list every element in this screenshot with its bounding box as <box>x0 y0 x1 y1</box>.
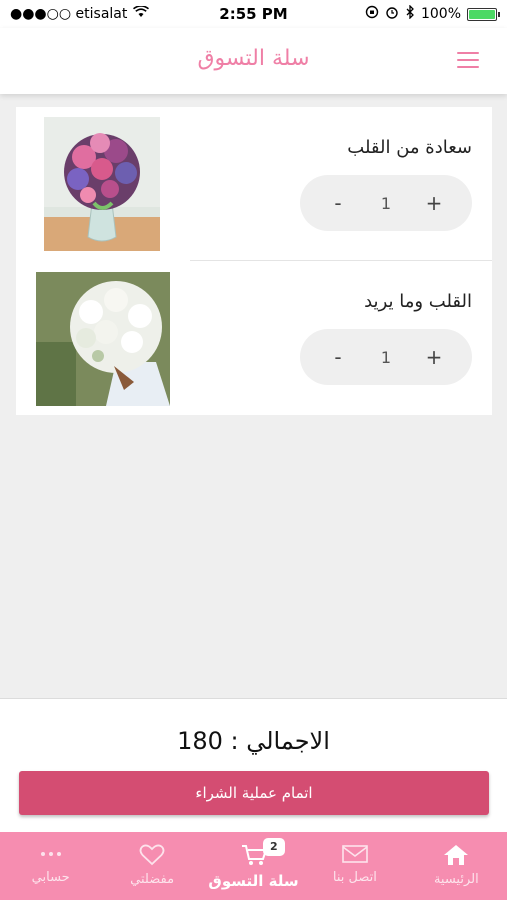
more-dots-icon <box>39 844 63 864</box>
clock: 2:55 PM <box>219 5 288 23</box>
quantity-stepper: - 1 + <box>300 175 472 231</box>
item-name[interactable]: القلب وما يريد <box>364 291 472 312</box>
increase-button[interactable]: + <box>424 345 444 369</box>
page-title: سلة التسوق <box>197 46 310 71</box>
white-bouquet-image[interactable] <box>36 272 170 406</box>
cart-item: القلب وما يريد - 1 + <box>16 261 492 415</box>
tab-contact[interactable]: اتصل بنا <box>304 832 405 900</box>
status-right: 100% <box>317 4 500 23</box>
header: سلة التسوق <box>0 28 507 94</box>
flower-bouquet-vase-image[interactable] <box>44 117 160 251</box>
tab-favorites[interactable]: مفضلتي <box>101 832 202 900</box>
tab-label: مفضلتي <box>130 872 175 887</box>
mail-icon <box>342 844 368 864</box>
heart-icon <box>139 844 165 866</box>
home-icon <box>443 844 469 866</box>
battery-icon <box>467 7 500 21</box>
tab-label: حسابي <box>31 870 70 885</box>
quantity-value: 1 <box>380 347 392 367</box>
cart-count-badge: 2 <box>262 838 285 856</box>
decrease-button[interactable]: - <box>328 191 348 215</box>
tab-bar: حسابي مفضلتي 2 سلة التسوق اتصل بنا الرئي… <box>0 832 507 900</box>
menu-icon[interactable] <box>457 52 479 68</box>
tab-account[interactable]: حسابي <box>0 832 101 900</box>
order-summary: الاجمالي : 180 اتمام عملية الشراء <box>0 698 507 832</box>
tab-label: الرئيسية <box>433 872 479 887</box>
cart-item: سعادة من القلب - 1 + <box>16 107 492 261</box>
checkout-button[interactable]: اتمام عملية الشراء <box>19 771 489 815</box>
bluetooth-icon <box>405 4 415 23</box>
quantity-stepper: - 1 + <box>300 329 472 385</box>
increase-button[interactable]: + <box>424 191 444 215</box>
battery-percent: 100% <box>420 6 461 22</box>
cart-list: سعادة من القلب - 1 + القلب وما يريد - 1 … <box>16 107 492 415</box>
quantity-value: 1 <box>380 193 392 213</box>
total-amount: الاجمالي : 180 <box>177 727 330 755</box>
tab-label: اتصل بنا <box>332 870 377 885</box>
status-left: ●●●○○ etisalat <box>10 5 190 22</box>
orientation-lock-icon <box>365 5 379 23</box>
tab-home[interactable]: الرئيسية <box>406 832 507 900</box>
item-name[interactable]: سعادة من القلب <box>347 137 472 158</box>
alarm-icon <box>385 5 399 23</box>
tab-cart[interactable]: 2 سلة التسوق <box>203 832 304 900</box>
tab-label: سلة التسوق <box>208 872 299 890</box>
carrier-label: ●●●○○ etisalat <box>10 6 128 22</box>
decrease-button[interactable]: - <box>328 345 348 369</box>
wifi-icon <box>133 5 150 22</box>
status-bar: ●●●○○ etisalat 2:55 PM 100% <box>0 0 507 28</box>
